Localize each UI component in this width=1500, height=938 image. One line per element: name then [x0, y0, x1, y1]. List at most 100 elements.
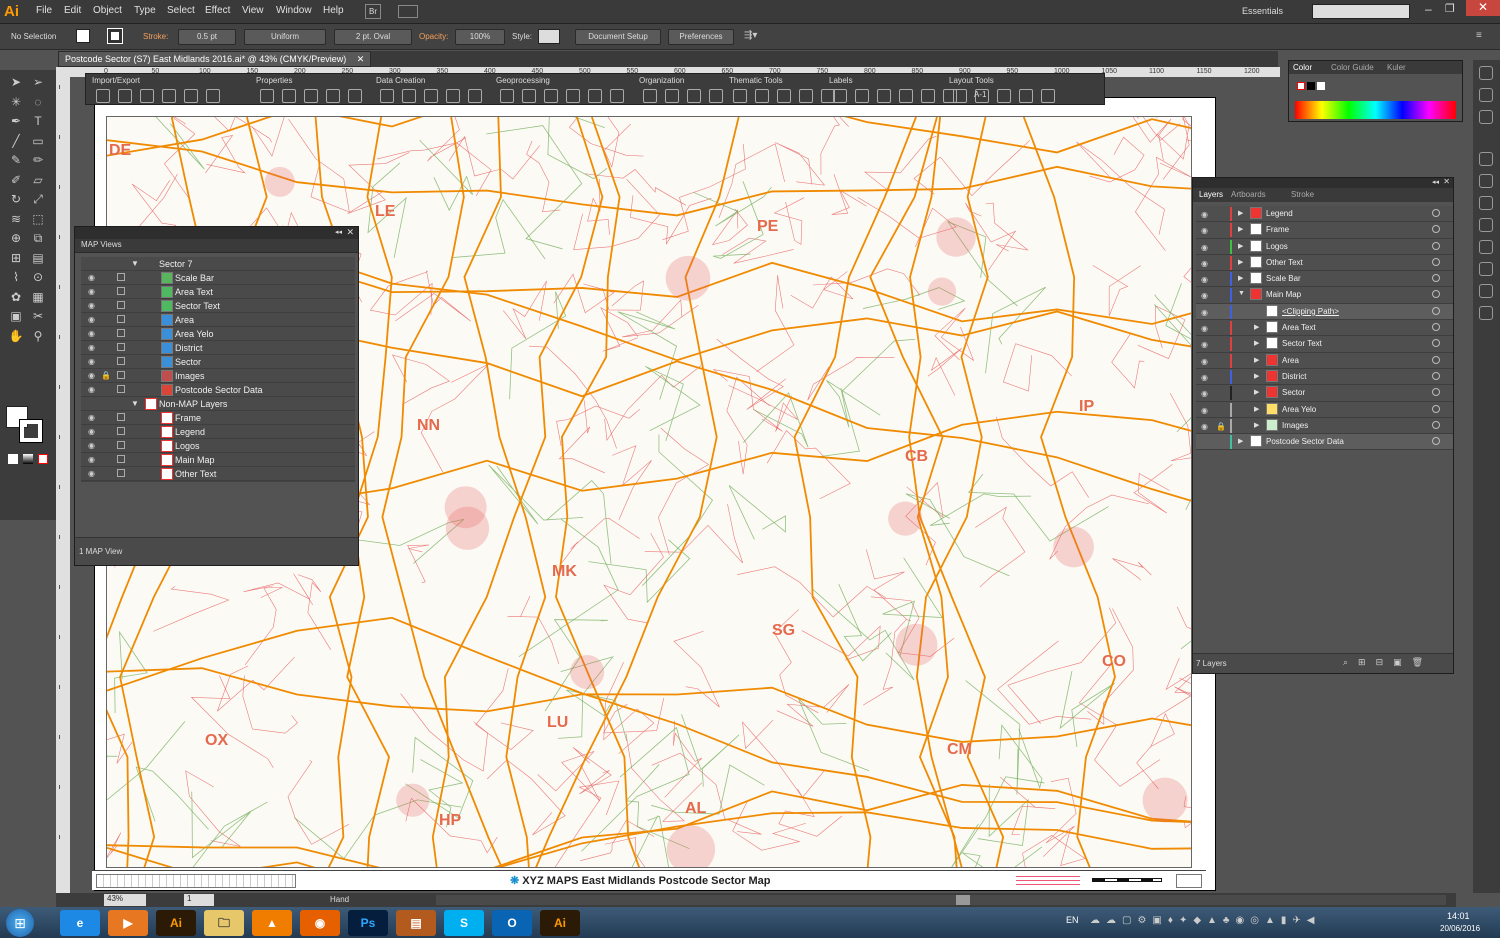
panel-tab[interactable]: MAP Views	[75, 239, 358, 253]
visibility-icon[interactable]: ◉	[87, 287, 96, 296]
expand-icon[interactable]: ▶	[1254, 405, 1259, 413]
visibility-icon[interactable]: ◉	[87, 315, 96, 324]
target-icon[interactable]	[1432, 371, 1440, 380]
stroke-weight-field[interactable]: 0.5 pt	[178, 29, 236, 45]
print-toggle-icon[interactable]	[117, 315, 125, 323]
map-tool-icon[interactable]	[588, 89, 602, 103]
tab-close-icon[interactable]: ✕	[357, 54, 365, 64]
zoom-icon[interactable]: ⚲	[30, 328, 46, 344]
visibility-icon[interactable]: ◉	[87, 301, 96, 310]
layer-row[interactable]: ◉ ▶ District	[1196, 368, 1453, 386]
illustrator-app[interactable]: Ai	[156, 910, 196, 936]
outlook-app[interactable]: O	[492, 910, 532, 936]
visibility-icon[interactable]: ◉	[87, 413, 96, 422]
color-guide-icon[interactable]	[1479, 88, 1493, 102]
tab-color[interactable]: Color	[1293, 63, 1312, 72]
expand-icon[interactable]: ▶	[1254, 356, 1259, 364]
kuler-icon[interactable]	[1479, 110, 1493, 124]
target-icon[interactable]	[1432, 388, 1440, 397]
target-icon[interactable]	[1432, 290, 1440, 299]
target-icon[interactable]	[1432, 355, 1440, 364]
non-map-layer[interactable]: ◉ Main Map	[81, 453, 355, 467]
print-toggle-icon[interactable]	[117, 343, 125, 351]
collapse-icon[interactable]: ◂◂	[335, 228, 342, 236]
visibility-icon[interactable]: ◉	[1200, 243, 1209, 252]
visibility-icon[interactable]: ◉	[87, 469, 96, 478]
expand-icon[interactable]: ▼	[131, 259, 139, 268]
warp-icon[interactable]: ≋	[8, 211, 24, 227]
expand-icon[interactable]: ▶	[1254, 388, 1259, 396]
bridge-button[interactable]: Br	[365, 4, 381, 19]
non-map-layer[interactable]: ◉ Other Text	[81, 467, 355, 481]
color-spectrum[interactable]	[1295, 101, 1456, 119]
target-icon[interactable]	[1432, 437, 1440, 446]
firefox-app[interactable]: ◉	[300, 910, 340, 936]
visibility-icon[interactable]: ◉	[87, 329, 96, 338]
fill-swatch[interactable]	[76, 29, 90, 43]
none-swatch[interactable]	[1297, 82, 1305, 90]
workspace-switcher[interactable]: Essentials	[1242, 6, 1283, 16]
map-view-layer[interactable]: ◉ Sector Text	[81, 299, 355, 313]
visibility-icon[interactable]: ◉	[1200, 259, 1209, 268]
menu-edit[interactable]: Edit	[64, 5, 81, 16]
shape-builder-icon[interactable]: ⊕	[8, 230, 24, 246]
print-toggle-icon[interactable]	[117, 301, 125, 309]
layer-row[interactable]: ◉ ▶ Sector Text	[1196, 336, 1453, 353]
layer-row[interactable]: ◉ 🔒 ▶ Images	[1196, 417, 1453, 435]
map-tool-icon[interactable]	[643, 89, 657, 103]
print-toggle-icon[interactable]	[117, 427, 125, 435]
close-icon[interactable]: ✕	[1443, 177, 1450, 186]
expand-icon[interactable]: ▶	[1238, 242, 1243, 250]
file-explorer-app[interactable]: 🗀	[204, 910, 244, 936]
pencil-icon[interactable]: ✏	[30, 152, 46, 168]
non-map-layers-group[interactable]: ▼ Non-MAP Layers	[81, 397, 355, 411]
map-tool-icon[interactable]	[184, 89, 198, 103]
rectangle-icon[interactable]: ▭	[30, 133, 46, 149]
panel-menu-icon[interactable]: ≡	[1476, 30, 1482, 41]
layer-row[interactable]: ◉ ▶ Area	[1196, 352, 1453, 369]
internet-explorer-app[interactable]: e	[60, 910, 100, 936]
visibility-icon[interactable]: ◉	[87, 343, 96, 352]
hand-icon[interactable]: ✋	[8, 328, 24, 344]
menu-select[interactable]: Select	[167, 5, 195, 16]
visibility-icon[interactable]: ◉	[87, 385, 96, 394]
direct-selection-icon[interactable]: ➢	[30, 74, 46, 90]
layer-row[interactable]: ◉ ▶ Area Yelo	[1196, 401, 1453, 418]
symbol-sprayer-icon[interactable]: ✿	[8, 289, 24, 305]
lasso-icon[interactable]: ◌	[30, 94, 46, 110]
magic-wand-icon[interactable]: ✳	[8, 94, 24, 110]
map-tool-icon[interactable]	[402, 89, 416, 103]
arrange-documents-button[interactable]	[398, 5, 418, 18]
map-tool-icon[interactable]	[326, 89, 340, 103]
visibility-icon[interactable]: ◉	[1200, 226, 1209, 235]
print-toggle-icon[interactable]	[117, 469, 125, 477]
map-tool-icon[interactable]	[118, 89, 132, 103]
map-tool-icon[interactable]	[162, 89, 176, 103]
stroke-icon[interactable]	[1479, 218, 1493, 232]
map-tool-icon[interactable]	[566, 89, 580, 103]
visibility-icon[interactable]: ◉	[1200, 422, 1209, 431]
menu-type[interactable]: Type	[134, 5, 156, 16]
opacity-field[interactable]: 100%	[455, 29, 505, 45]
media-player-app[interactable]: ▶	[108, 910, 148, 936]
map-tool-icon[interactable]	[1019, 89, 1033, 103]
layer-row[interactable]: ◉ ▶ Area Text	[1196, 320, 1453, 337]
expand-icon[interactable]: ▶	[1238, 225, 1243, 233]
preferences-button[interactable]: Preferences	[668, 29, 734, 45]
graph-icon[interactable]: ▦	[30, 289, 46, 305]
skype-app[interactable]: S	[444, 910, 484, 936]
print-toggle-icon[interactable]	[117, 441, 125, 449]
target-icon[interactable]	[1432, 274, 1440, 283]
rotate-icon[interactable]: ↻	[8, 191, 24, 207]
visibility-icon[interactable]: ◉	[87, 427, 96, 436]
non-map-layer[interactable]: ◉ Frame	[81, 411, 355, 425]
map-view-layer[interactable]: ◉ 🔒 Images	[81, 369, 355, 383]
map-view-layer[interactable]: ◉ Scale Bar	[81, 271, 355, 285]
expand-icon[interactable]: ▶	[1238, 437, 1243, 445]
map-view-layer[interactable]: ◉ District	[81, 341, 355, 355]
zoom-field[interactable]: 43%	[104, 894, 146, 906]
stroke-swatch[interactable]	[107, 28, 123, 44]
visibility-icon[interactable]: ◉	[87, 455, 96, 464]
map-tool-icon[interactable]	[522, 89, 536, 103]
map-view-layer[interactable]: ◉ Postcode Sector Data	[81, 383, 355, 397]
